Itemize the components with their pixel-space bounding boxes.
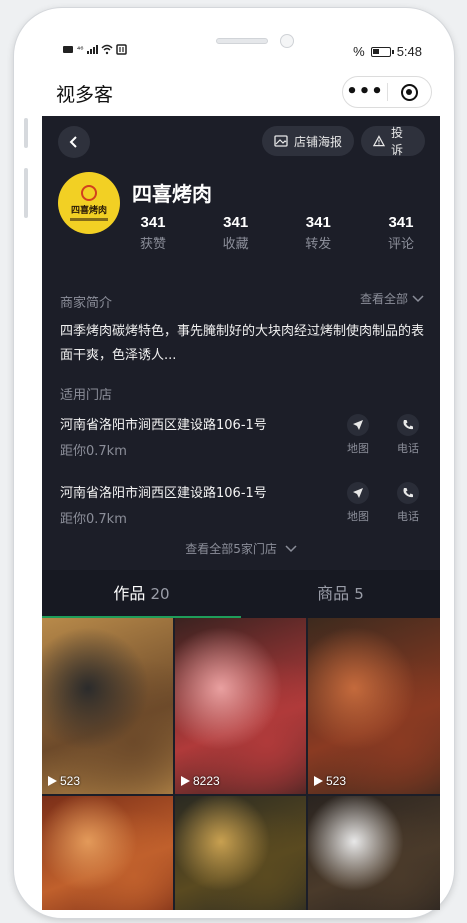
chevron-down-icon [412,294,424,302]
tab-works-label: 作品 [113,584,146,603]
wifi-icon [101,44,113,55]
stat-value: 341 [140,214,166,231]
store-map-label: 地图 [347,442,369,455]
message-icon [63,46,73,53]
warning-icon [373,135,385,147]
video-thumbnail[interactable] [175,796,306,910]
stat-shares[interactable]: 341 转发 [297,214,339,252]
report-button[interactable]: 投诉 [361,126,425,157]
play-count: 523 [48,774,80,788]
play-icon [181,776,190,786]
store-map-button[interactable]: 地图 [340,482,376,524]
tab-products-label: 商品 [317,584,350,603]
play-icon [48,776,57,786]
chevron-left-icon [69,136,77,148]
shop-page: 店铺海报 投诉 四喜烤肉 四喜烤肉 341 获赞 341 收藏 341 转发 341 评… [42,116,440,910]
shop-poster-label: 店铺海报 [294,134,343,149]
logo-mark-icon [81,185,97,201]
status-bar: ⁴⁶ % 5:48 [62,44,422,62]
intro-see-all-button[interactable]: 查看全部 [360,290,424,307]
stores-section-label: 适用门店 [60,388,113,403]
navigation-icon [353,420,363,430]
play-count-value: 523 [326,774,347,788]
store-map-button[interactable]: 地图 [340,414,376,456]
tab-products-count: 5 [354,585,364,603]
video-grid: 523 8223 523 [42,618,440,910]
mini-program-nav-bar: 视多客 ••• [42,72,440,112]
clock: 5:48 [396,44,422,59]
play-count: 8223 [181,774,220,788]
store-item: 河南省洛阳市涧西区建设路106-1号 距你0.7km 地图 电话 [60,414,422,466]
see-all-stores-button[interactable]: 查看全部5家门店 [42,540,440,557]
capsule-menu: ••• [342,76,432,108]
stat-value: 341 [305,214,331,231]
chevron-down-icon [285,545,297,553]
play-count-value: 523 [60,774,81,788]
battery-icon [370,46,394,57]
play-count-value: 8223 [193,774,220,788]
stat-value: 341 [388,214,414,231]
stat-value: 341 [223,214,249,231]
stat-label: 评论 [387,237,414,252]
intro-see-all-label: 查看全部 [359,292,408,306]
content-tabs: 作品 20 商品 5 [42,570,440,618]
stat-likes[interactable]: 341 获赞 [132,214,174,252]
report-label: 投诉 [390,126,403,157]
video-thumbnail[interactable] [308,796,440,910]
store-phone-label: 电话 [397,442,419,455]
video-thumbnail[interactable]: 523 [42,618,173,794]
target-icon [400,83,418,101]
stat-favorites[interactable]: 341 收藏 [215,214,257,252]
tab-works[interactable]: 作品 20 [42,570,241,618]
intro-text: 四季烤肉碳烤特色，事先腌制好的大块肉经过烤制使肉制品的表面干爽，色泽诱人... [60,324,425,363]
phone-icon [403,420,413,430]
stat-label: 收藏 [222,237,249,252]
phone-icon [403,488,413,498]
video-thumbnail[interactable]: 8223 [175,618,306,794]
store-distance: 距你0.7km [60,512,127,527]
logo-text: 四喜烤肉 [70,206,107,216]
stat-label: 获赞 [139,237,166,252]
nfc-icon [116,44,128,55]
play-count: 523 [314,774,346,788]
shop-logo: 四喜烤肉 [58,172,120,234]
store-address: 河南省洛阳市涧西区建设路106-1号 [60,418,267,433]
logo-subline [70,218,108,221]
store-distance: 距你0.7km [60,444,127,459]
side-button [24,168,28,218]
tab-works-count: 20 [150,585,170,603]
stat-label: 转发 [305,237,332,252]
side-button [24,118,28,148]
navigation-icon [353,488,363,498]
store-phone-button[interactable]: 电话 [390,482,426,524]
image-icon [274,135,288,147]
tab-products[interactable]: 商品 5 [241,570,440,618]
store-map-label: 地图 [347,510,369,523]
shop-name: 四喜烤肉 [132,182,212,206]
store-phone-label: 电话 [397,510,419,523]
more-button[interactable]: ••• [343,77,387,107]
stat-comments[interactable]: 341 评论 [380,214,422,252]
shop-poster-button[interactable]: 店铺海报 [262,126,354,156]
video-thumbnail[interactable] [42,796,173,910]
app-title: 视多客 [56,84,114,106]
close-mini-program-button[interactable] [388,83,431,101]
network-label: ⁴⁶ [77,45,84,54]
back-button[interactable] [58,126,90,158]
play-icon [314,776,323,786]
signal-icon [87,45,99,54]
store-phone-button[interactable]: 电话 [390,414,426,456]
store-item: 河南省洛阳市涧西区建设路106-1号 距你0.7km 地图 电话 [60,482,422,534]
intro-section-label: 商家简介 [60,296,113,311]
see-all-stores-label: 查看全部5家门店 [185,542,277,556]
store-address: 河南省洛阳市涧西区建设路106-1号 [60,486,267,501]
battery-percent: % [353,44,365,59]
shop-stats: 341 获赞 341 收藏 341 转发 341 评论 [132,214,422,252]
video-thumbnail[interactable]: 523 [308,618,440,794]
